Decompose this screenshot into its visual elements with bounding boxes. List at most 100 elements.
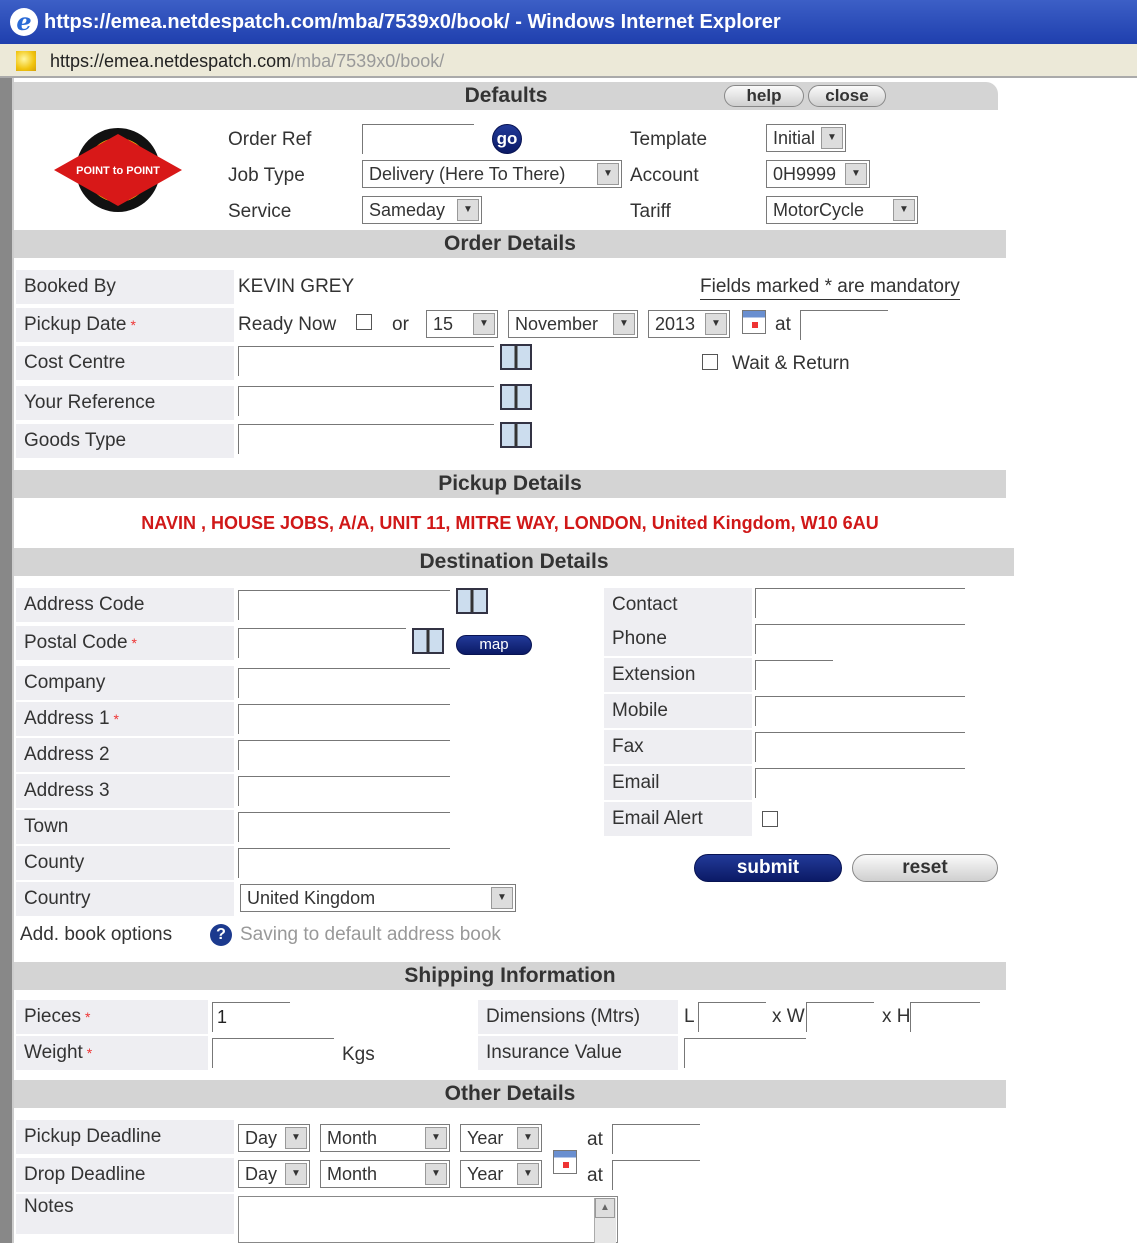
reset-button[interactable]: reset [852,854,998,882]
address3-input[interactable] [238,776,450,806]
pieces-input[interactable]: 1 [212,1002,290,1032]
pickup-deadline-day-select[interactable]: Day ▼ [238,1124,310,1152]
template-value: Initial [773,128,816,148]
fax-input[interactable] [755,732,965,762]
pickup-deadline-at-label: at [587,1129,603,1150]
notes-textarea[interactable] [238,1196,618,1243]
pickup-deadline-month-value: Month [327,1128,378,1148]
help-question-icon[interactable]: ? [210,924,232,946]
account-select[interactable]: 0H9999 ▼ [766,160,870,188]
dim-length-input[interactable] [698,1002,766,1032]
tariff-select[interactable]: MotorCycle ▼ [766,196,918,224]
help-button[interactable]: help [724,85,804,107]
phone-label: Phone [604,622,752,656]
pickup-time-input[interactable] [800,310,888,340]
dimensions-label: Dimensions (Mtrs) [478,1000,678,1034]
address-book-icon[interactable] [500,384,532,410]
drop-deadline-month-select[interactable]: Month ▼ [320,1160,450,1188]
submit-button[interactable]: submit [694,854,842,882]
tariff-value: MotorCycle [773,200,865,220]
job-type-value: Delivery (Here To There) [369,164,566,184]
weight-input[interactable] [212,1038,334,1068]
town-label: Town [16,810,234,844]
account-value: 0H9999 [773,164,837,184]
scroll-up-icon[interactable]: ▲ [595,1198,615,1218]
chevron-down-icon: ▼ [457,199,479,221]
dim-width-input[interactable] [806,1002,874,1032]
close-button[interactable]: close [808,85,886,107]
ie-logo-icon: e [10,8,38,36]
add-book-note: Saving to default address book [240,924,501,945]
contact-input[interactable] [755,588,965,618]
pickup-month-select[interactable]: November ▼ [508,310,638,338]
go-button[interactable]: go [492,124,522,154]
dim-h-label: x H [882,1006,911,1027]
postal-code-input[interactable] [238,628,406,658]
map-button[interactable]: map [456,635,532,655]
wait-return-checkbox[interactable] [702,354,718,370]
weight-text: Weight [24,1042,83,1063]
logo-text: POINT to POINT [76,165,160,177]
pickup-day-select[interactable]: 15 ▼ [426,310,498,338]
chevron-down-icon: ▼ [517,1127,539,1149]
insurance-input[interactable] [684,1038,806,1068]
pickup-deadline-month-select[interactable]: Month ▼ [320,1124,450,1152]
dim-l-label: L [684,1006,695,1027]
mobile-label: Mobile [604,694,752,728]
chevron-down-icon: ▼ [285,1163,307,1185]
drop-deadline-year-value: Year [467,1164,504,1184]
drop-deadline-year-select[interactable]: Year ▼ [460,1160,542,1188]
extension-input[interactable] [755,660,833,690]
drop-deadline-time-input[interactable] [612,1160,700,1190]
address-book-icon[interactable] [456,588,488,614]
email-alert-label: Email Alert [604,802,752,836]
county-input[interactable] [238,848,450,878]
pickup-date-text: Pickup Date [24,314,127,335]
address2-input[interactable] [238,740,450,770]
job-type-select[interactable]: Delivery (Here To There) ▼ [362,160,622,188]
ready-now-checkbox[interactable] [356,314,372,330]
notes-scrollbar[interactable]: ▲ [594,1198,616,1243]
email-alert-checkbox[interactable] [762,811,778,827]
other-details-header: Other Details [14,1080,1006,1108]
mandatory-marker: * [86,1045,93,1061]
pickup-deadline-time-input[interactable] [612,1124,700,1154]
address-code-input[interactable] [238,590,450,620]
service-select[interactable]: Sameday ▼ [362,196,482,224]
weight-label: Weight * [16,1036,208,1070]
your-reference-input[interactable] [238,386,494,416]
destination-details-header: Destination Details [14,548,1014,576]
address-bar[interactable]: https://emea.netdespatch.com/mba/7539x0/… [0,44,1137,78]
town-input[interactable] [238,812,450,842]
contact-label: Contact [604,588,752,622]
mobile-input[interactable] [755,696,965,726]
email-input[interactable] [755,768,965,798]
kgs-label: Kgs [342,1044,375,1065]
address-book-icon[interactable] [412,628,444,654]
dim-height-input[interactable] [910,1002,980,1032]
job-type-label: Job Type [228,165,305,186]
shipping-title: Shipping Information [404,964,616,987]
address1-input[interactable] [238,704,450,734]
address-book-icon[interactable] [500,344,532,370]
pickup-deadline-year-select[interactable]: Year ▼ [460,1124,542,1152]
address-book-icon[interactable] [500,422,532,448]
country-select[interactable]: United Kingdom ▼ [240,884,516,912]
chevron-down-icon: ▼ [473,313,495,335]
order-ref-input[interactable] [362,124,474,154]
drop-deadline-day-select[interactable]: Day ▼ [238,1160,310,1188]
company-input[interactable] [238,668,450,698]
fax-label: Fax [604,730,752,764]
calendar-icon[interactable] [553,1150,577,1174]
calendar-icon[interactable] [742,310,766,334]
mandatory-marker: * [130,317,136,333]
template-select[interactable]: Initial ▼ [766,124,846,152]
pickup-year-select[interactable]: 2013 ▼ [648,310,730,338]
chevron-down-icon: ▼ [845,163,867,185]
chevron-down-icon: ▼ [285,1127,307,1149]
goods-type-input[interactable] [238,424,494,454]
address2-label: Address 2 [16,738,234,772]
phone-input[interactable] [755,624,965,654]
drop-deadline-month-value: Month [327,1164,378,1184]
cost-centre-input[interactable] [238,346,494,376]
